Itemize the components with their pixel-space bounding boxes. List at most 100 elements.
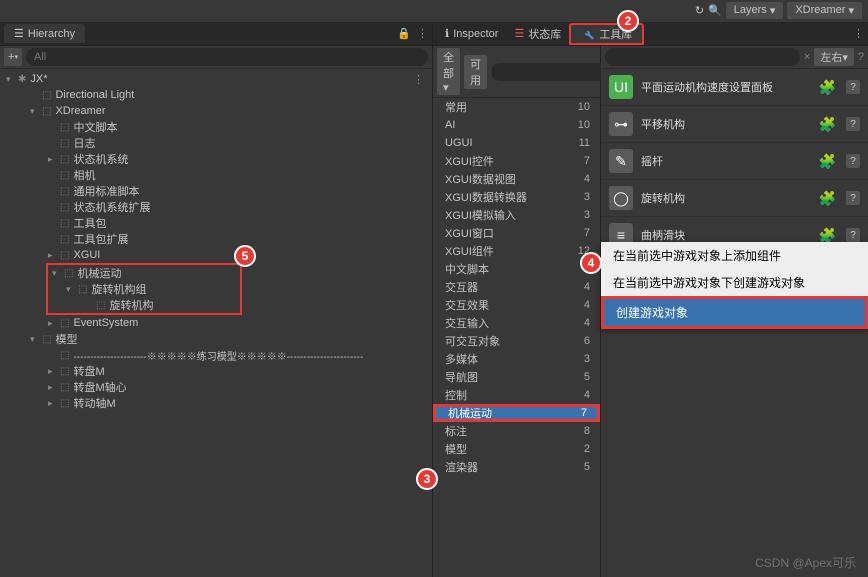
category-item[interactable]: 交互输入4 (433, 314, 600, 332)
category-label: 交互效果 (445, 297, 489, 313)
xdreamer-dropdown[interactable]: XDreamer▾ (787, 2, 862, 19)
tree-item[interactable]: ⬚通用标准脚本 (0, 183, 432, 199)
cube-icon: ⬚ (60, 318, 69, 329)
category-item[interactable]: 导航图5 (433, 368, 600, 386)
category-item[interactable]: 可交互对象6 (433, 332, 600, 350)
tools-search[interactable] (605, 48, 800, 66)
category-item[interactable]: XGUI窗口7 (433, 224, 600, 242)
puzzle-icon[interactable]: 🧩 (819, 116, 836, 133)
puzzle-icon[interactable]: 🧩 (819, 190, 836, 207)
lock-icon[interactable]: 🔒 (397, 27, 411, 40)
tab-inspector[interactable]: ℹInspector (437, 24, 506, 43)
tree-item[interactable]: ⬚状态机系统扩展 (0, 199, 432, 215)
tree-item[interactable]: ⬚日志 (0, 135, 432, 151)
callout-5: 5 (234, 245, 256, 267)
tree-item[interactable]: ▸⬚转动轴M (0, 395, 432, 411)
context-menu-item-selected[interactable]: 创建游戏对象 (601, 296, 868, 329)
puzzle-icon[interactable]: 🧩 (819, 227, 836, 244)
cube-icon: ⬚ (60, 398, 69, 409)
context-menu-item[interactable]: 在当前选中游戏对象上添加组件 (601, 242, 868, 269)
cube-icon: ⬚ (42, 334, 51, 345)
hierarchy-tab-header: ☰ Hierarchy 🔒 ⋮ (0, 22, 432, 46)
category-item[interactable]: XGUI组件12 (433, 242, 600, 260)
category-item[interactable]: 机械运动7 (433, 404, 600, 422)
hierarchy-tab[interactable]: ☰ Hierarchy (4, 24, 85, 43)
puzzle-icon[interactable]: 🧩 (819, 79, 836, 96)
tool-item[interactable]: UI平面运动机构速度设置面板🧩? (601, 69, 868, 106)
refresh-icon[interactable]: ↻ (695, 4, 704, 17)
tool-item[interactable]: ✎摇杆🧩? (601, 143, 868, 180)
category-item[interactable]: 标注8 (433, 422, 600, 440)
tree-item[interactable]: ▸⬚转盘M (0, 363, 432, 379)
category-item[interactable]: 控制4 (433, 386, 600, 404)
menu-icon[interactable]: ⋮ (853, 27, 864, 40)
tree-item[interactable]: ▸⬚转盘M轴心 (0, 379, 432, 395)
category-item[interactable]: 中文脚本3 (433, 260, 600, 278)
category-item[interactable]: 常用10 (433, 98, 600, 116)
puzzle-icon[interactable]: 🧩 (819, 153, 836, 170)
tool-item[interactable]: ⊶平移机构🧩? (601, 106, 868, 143)
right-panel: ℹInspector ☰状态库 工具库 ⋮ 全部▾ 可用 常用10AI10UGU… (433, 22, 868, 577)
category-item[interactable]: XGUI控件7 (433, 152, 600, 170)
help-icon[interactable]: ? (846, 191, 860, 205)
category-item[interactable]: 模型2 (433, 440, 600, 458)
cube-icon: ⬚ (60, 122, 69, 133)
callout-3: 3 (416, 468, 438, 490)
category-item[interactable]: 多媒体3 (433, 350, 600, 368)
tree-item[interactable]: ⬚工具包 (0, 215, 432, 231)
cube-icon: ⬚ (42, 90, 51, 101)
tree-item[interactable]: ▾⬚模型 (0, 331, 432, 347)
category-item[interactable]: 交互效果4 (433, 296, 600, 314)
chevron-down-icon: ▾ (848, 4, 854, 17)
help-icon[interactable]: ? (846, 80, 860, 94)
hierarchy-search-input[interactable] (26, 48, 428, 66)
help-icon[interactable]: ? (846, 228, 860, 242)
scene-root[interactable]: ▾✱JX*⋮ (0, 71, 432, 87)
filter-usable[interactable]: 可用 (464, 55, 487, 89)
category-item[interactable]: XGUI模拟输入3 (433, 206, 600, 224)
tree-item-mechanical-motion[interactable]: ▾⬚机械运动 (48, 265, 240, 281)
tree-item[interactable]: ⬚Directional Light (0, 87, 432, 103)
tools-filter-row: × 左右▾ ? (601, 46, 868, 69)
cube-icon: ⬚ (96, 300, 105, 311)
add-button[interactable]: +▾ (4, 48, 22, 66)
tree-item[interactable]: ⬚工具包扩展 (0, 231, 432, 247)
category-item[interactable]: XGUI数据视图4 (433, 170, 600, 188)
cube-icon: ⬚ (60, 186, 69, 197)
context-menu-item[interactable]: 在当前选中游戏对象下创建游戏对象 (601, 269, 868, 296)
category-item[interactable]: 渲染器5 (433, 458, 600, 476)
category-label: 标注 (445, 423, 467, 439)
tree-item[interactable]: ⬚旋转机构 (48, 297, 240, 313)
tree-item[interactable]: ▸⬚EventSystem (0, 315, 432, 331)
category-item[interactable]: 交互器4 (433, 278, 600, 296)
layout-toggle[interactable]: 左右▾ (814, 48, 854, 66)
layers-dropdown[interactable]: Layers▾ (726, 2, 784, 19)
category-label: UGUI (445, 137, 473, 149)
help-icon[interactable]: ? (846, 117, 860, 131)
help-icon[interactable]: ? (858, 51, 864, 63)
tree-item[interactable]: ⬚中文脚本 (0, 119, 432, 135)
category-count: 5 (584, 371, 590, 383)
category-label: 模型 (445, 441, 467, 457)
filter-all[interactable]: 全部▾ (437, 48, 460, 95)
tab-state-lib[interactable]: ☰状态库 (506, 23, 569, 45)
category-label: 渲染器 (445, 459, 478, 475)
search-icon[interactable]: 🔍 (708, 4, 722, 17)
tree-item[interactable]: ▾⬚旋转机构组 (48, 281, 240, 297)
inspector-tabs: ℹInspector ☰状态库 工具库 ⋮ (433, 22, 868, 46)
category-count: 4 (584, 317, 590, 329)
tree-item-divider[interactable]: ⬚----------------------※※※※※练习模型※※※※※---… (0, 347, 432, 363)
menu-icon[interactable]: ⋮ (413, 73, 424, 86)
tree-item[interactable]: ▸⬚状态机系统 (0, 151, 432, 167)
category-item[interactable]: UGUI11 (433, 134, 600, 152)
tree-item[interactable]: ▾⬚XDreamer (0, 103, 432, 119)
tree-item[interactable]: ⬚相机 (0, 167, 432, 183)
tool-item[interactable]: ◯旋转机构🧩? (601, 180, 868, 217)
tree-item[interactable]: ▸⬚XGUI (0, 247, 432, 263)
category-item[interactable]: AI10 (433, 116, 600, 134)
category-item[interactable]: XGUI数据转换器3 (433, 188, 600, 206)
menu-icon[interactable]: ⋮ (417, 27, 428, 40)
category-label: XGUI数据转换器 (445, 189, 527, 205)
help-icon[interactable]: ? (846, 154, 860, 168)
close-icon[interactable]: × (804, 51, 810, 63)
